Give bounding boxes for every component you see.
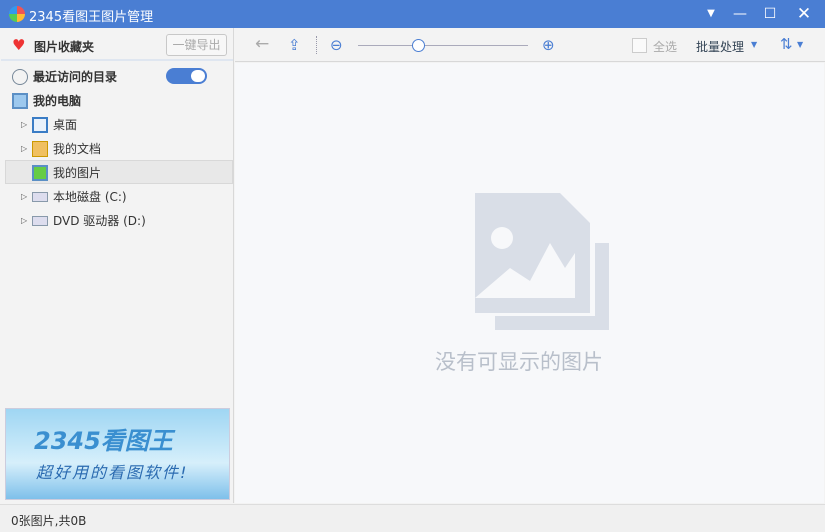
- ad-banner[interactable]: 2345看图王 超好用的看图软件!: [5, 408, 230, 500]
- drive-icon: [32, 216, 48, 226]
- tree-item-desktop[interactable]: ▷ 桌面: [5, 113, 233, 137]
- no-image-icon: [475, 193, 609, 330]
- folder-icon: [32, 141, 48, 157]
- back-arrow-icon[interactable]: ←: [255, 34, 269, 54]
- tree-label: 本地磁盘 (C:): [53, 190, 127, 204]
- image-area[interactable]: 没有可显示的图片: [235, 63, 824, 503]
- sidebar: ♥ 图片收藏夹 一键导出 最近访问的目录 我的电脑 ▷ 桌面 ▷ 我的文档 我的…: [1, 28, 234, 503]
- tree-item-documents[interactable]: ▷ 我的文档: [5, 137, 233, 161]
- recent-toggle[interactable]: [166, 68, 207, 84]
- tree-item-drive-d[interactable]: ▷ DVD 驱动器 (D:): [5, 209, 233, 233]
- zoom-slider-knob[interactable]: [411, 39, 425, 52]
- tree-label: 我的文档: [53, 142, 102, 156]
- status-bar: 0张图片,共0B: [0, 504, 825, 532]
- menu-dropdown-button[interactable]: ▼: [698, 4, 724, 24]
- ad-brand: 2345看图王: [34, 427, 173, 455]
- desktop-icon: [32, 117, 48, 133]
- zoom-in-icon[interactable]: ⊕: [542, 36, 555, 54]
- zoom-slider[interactable]: [358, 45, 528, 46]
- close-button[interactable]: ✕: [791, 4, 817, 24]
- divider: [316, 36, 317, 54]
- export-button[interactable]: 一键导出: [166, 34, 227, 56]
- chevron-down-icon[interactable]: ▼: [797, 40, 803, 49]
- my-computer[interactable]: 我的电脑: [5, 89, 233, 113]
- expand-icon[interactable]: ▷: [21, 209, 27, 233]
- tree-item-drive-c[interactable]: ▷ 本地磁盘 (C:): [5, 185, 233, 209]
- status-text: 0张图片,共0B: [11, 514, 87, 528]
- recent-label: 最近访问的目录: [33, 70, 118, 84]
- select-all-checkbox[interactable]: [632, 38, 647, 53]
- chevron-down-icon[interactable]: ▼: [751, 40, 757, 49]
- title-bar: 2345看图王图片管理 ▼ — ☐ ✕: [0, 0, 825, 28]
- drive-icon: [32, 192, 48, 202]
- tree-label: DVD 驱动器 (D:): [53, 214, 146, 228]
- ad-slogan: 超好用的看图软件!: [36, 463, 189, 482]
- expand-icon[interactable]: ▷: [21, 113, 27, 137]
- tree-label: 我的图片: [53, 166, 102, 180]
- window-title: 2345看图王图片管理: [29, 10, 154, 25]
- empty-message: 没有可显示的图片: [435, 350, 603, 374]
- computer-icon: [12, 93, 28, 109]
- heart-icon: ♥: [12, 36, 26, 54]
- expand-icon[interactable]: ▷: [21, 185, 27, 209]
- maximize-button[interactable]: ☐: [757, 4, 783, 24]
- expand-icon[interactable]: ▷: [21, 137, 27, 161]
- tree-label: 桌面: [53, 118, 78, 132]
- favorites-header[interactable]: ♥ 图片收藏夹 一键导出: [1, 28, 233, 61]
- computer-label: 我的电脑: [33, 94, 82, 108]
- tree-item-pictures[interactable]: 我的图片: [5, 160, 233, 184]
- batch-process-button[interactable]: 批量处理: [696, 38, 744, 55]
- app-logo-icon: [9, 6, 25, 22]
- clock-icon: [12, 69, 28, 85]
- upload-folder-icon[interactable]: ⇪: [288, 36, 301, 54]
- select-all-label[interactable]: 全选: [653, 38, 677, 55]
- zoom-out-icon[interactable]: ⊖: [330, 36, 343, 54]
- picture-icon: [32, 165, 48, 181]
- toolbar: ← ⇪ ⊖ ⊕ 全选 批量处理 ▼ ⇅ ▼: [235, 28, 825, 62]
- minimize-button[interactable]: —: [727, 4, 753, 24]
- favorites-label: 图片收藏夹: [34, 40, 95, 54]
- sort-icon[interactable]: ⇅: [780, 35, 793, 53]
